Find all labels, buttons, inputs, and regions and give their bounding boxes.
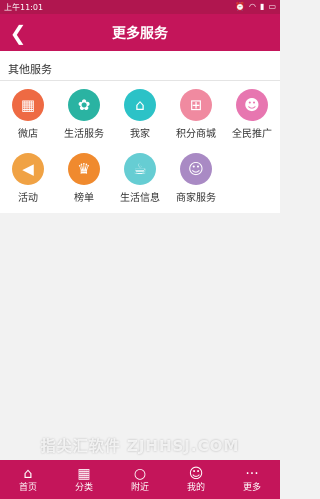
service-life-service[interactable]: ✿ 生活服务 <box>56 81 112 145</box>
service-label: 生活服务 <box>64 129 104 140</box>
more-nav-icon: ··· <box>245 465 259 482</box>
service-label: 全民推广 <box>232 129 272 140</box>
title-bar: ❮ 更多服务 <box>0 14 280 51</box>
nav-mine[interactable]: ☺ 我的 <box>168 460 224 499</box>
person-icon: ☻ <box>236 89 268 121</box>
service-label: 生活信息 <box>120 193 160 204</box>
service-ranking[interactable]: ♛ 榜单 <box>56 145 112 209</box>
megaphone-icon: ◀ <box>12 153 44 185</box>
page-title: 更多服务 <box>112 25 168 42</box>
service-weidian[interactable]: ▦ 微店 <box>0 81 56 145</box>
status-bar: 上午11:01 ⏰ ◠ ▮ ▭ <box>0 0 280 14</box>
service-life-info[interactable]: ☕ 生活信息 <box>112 145 168 209</box>
nav-label: 我的 <box>186 482 205 493</box>
service-points-mall[interactable]: ⊞ 积分商城 <box>168 81 224 145</box>
home-icon: ⌂ <box>124 89 156 121</box>
status-time: 上午11:01 <box>4 2 44 12</box>
gift-icon: ⊞ <box>180 89 212 121</box>
service-merchant[interactable]: ☺ 商家服务 <box>168 145 224 209</box>
user-nav-icon: ☺ <box>188 465 204 482</box>
nav-label: 分类 <box>74 482 93 493</box>
status-icons: ⏰ ◠ ▮ ▭ <box>235 3 276 11</box>
bottom-nav: ⌂ 首页 ▦ 分类 ○ 附近 ☺ 我的 ··· 更多 <box>0 460 280 499</box>
wifi-icon: ◠ <box>249 2 257 11</box>
nav-label: 更多 <box>242 482 261 493</box>
back-button[interactable]: ❮ <box>2 14 34 51</box>
service-label: 积分商城 <box>176 129 216 140</box>
service-label: 商家服务 <box>176 193 216 204</box>
signal-icon: ▮ <box>260 2 265 11</box>
grid-nav-icon: ▦ <box>77 465 91 482</box>
podium-icon: ♛ <box>68 153 100 185</box>
nav-nearby[interactable]: ○ 附近 <box>112 460 168 499</box>
chevron-left-icon: ❮ <box>9 20 27 45</box>
nav-more[interactable]: ··· 更多 <box>224 460 280 499</box>
service-label: 微店 <box>18 129 38 140</box>
flower-icon: ✿ <box>68 89 100 121</box>
nav-label: 首页 <box>18 482 37 493</box>
section-title: 其他服务 <box>8 63 52 76</box>
coffee-icon: ☕ <box>124 153 156 185</box>
home-nav-icon: ⌂ <box>23 465 33 482</box>
nav-category[interactable]: ▦ 分类 <box>56 460 112 499</box>
alarm-icon: ⏰ <box>235 2 246 11</box>
service-my-home[interactable]: ⌂ 我家 <box>112 81 168 145</box>
nav-label: 附近 <box>130 482 149 493</box>
service-label: 活动 <box>18 193 38 204</box>
service-promotion[interactable]: ☻ 全民推广 <box>224 81 280 145</box>
service-label: 榜单 <box>74 193 94 204</box>
shop-icon: ▦ <box>12 89 44 121</box>
watermark: 指尖汇软件 ZJHHSJ.COM <box>40 437 240 455</box>
service-label: 我家 <box>130 129 150 140</box>
service-activity[interactable]: ◀ 活动 <box>0 145 56 209</box>
merchant-icon: ☺ <box>180 153 212 185</box>
battery-icon: ▭ <box>268 2 276 11</box>
nav-home[interactable]: ⌂ 首页 <box>0 460 56 499</box>
other-services-section: 其他服务 ▦ 微店 ✿ 生活服务 ⌂ 我家 ⊞ 积分商城 ☻ 全民推广 ◀ 活动… <box>0 51 280 213</box>
search-nav-icon: ○ <box>133 465 147 482</box>
